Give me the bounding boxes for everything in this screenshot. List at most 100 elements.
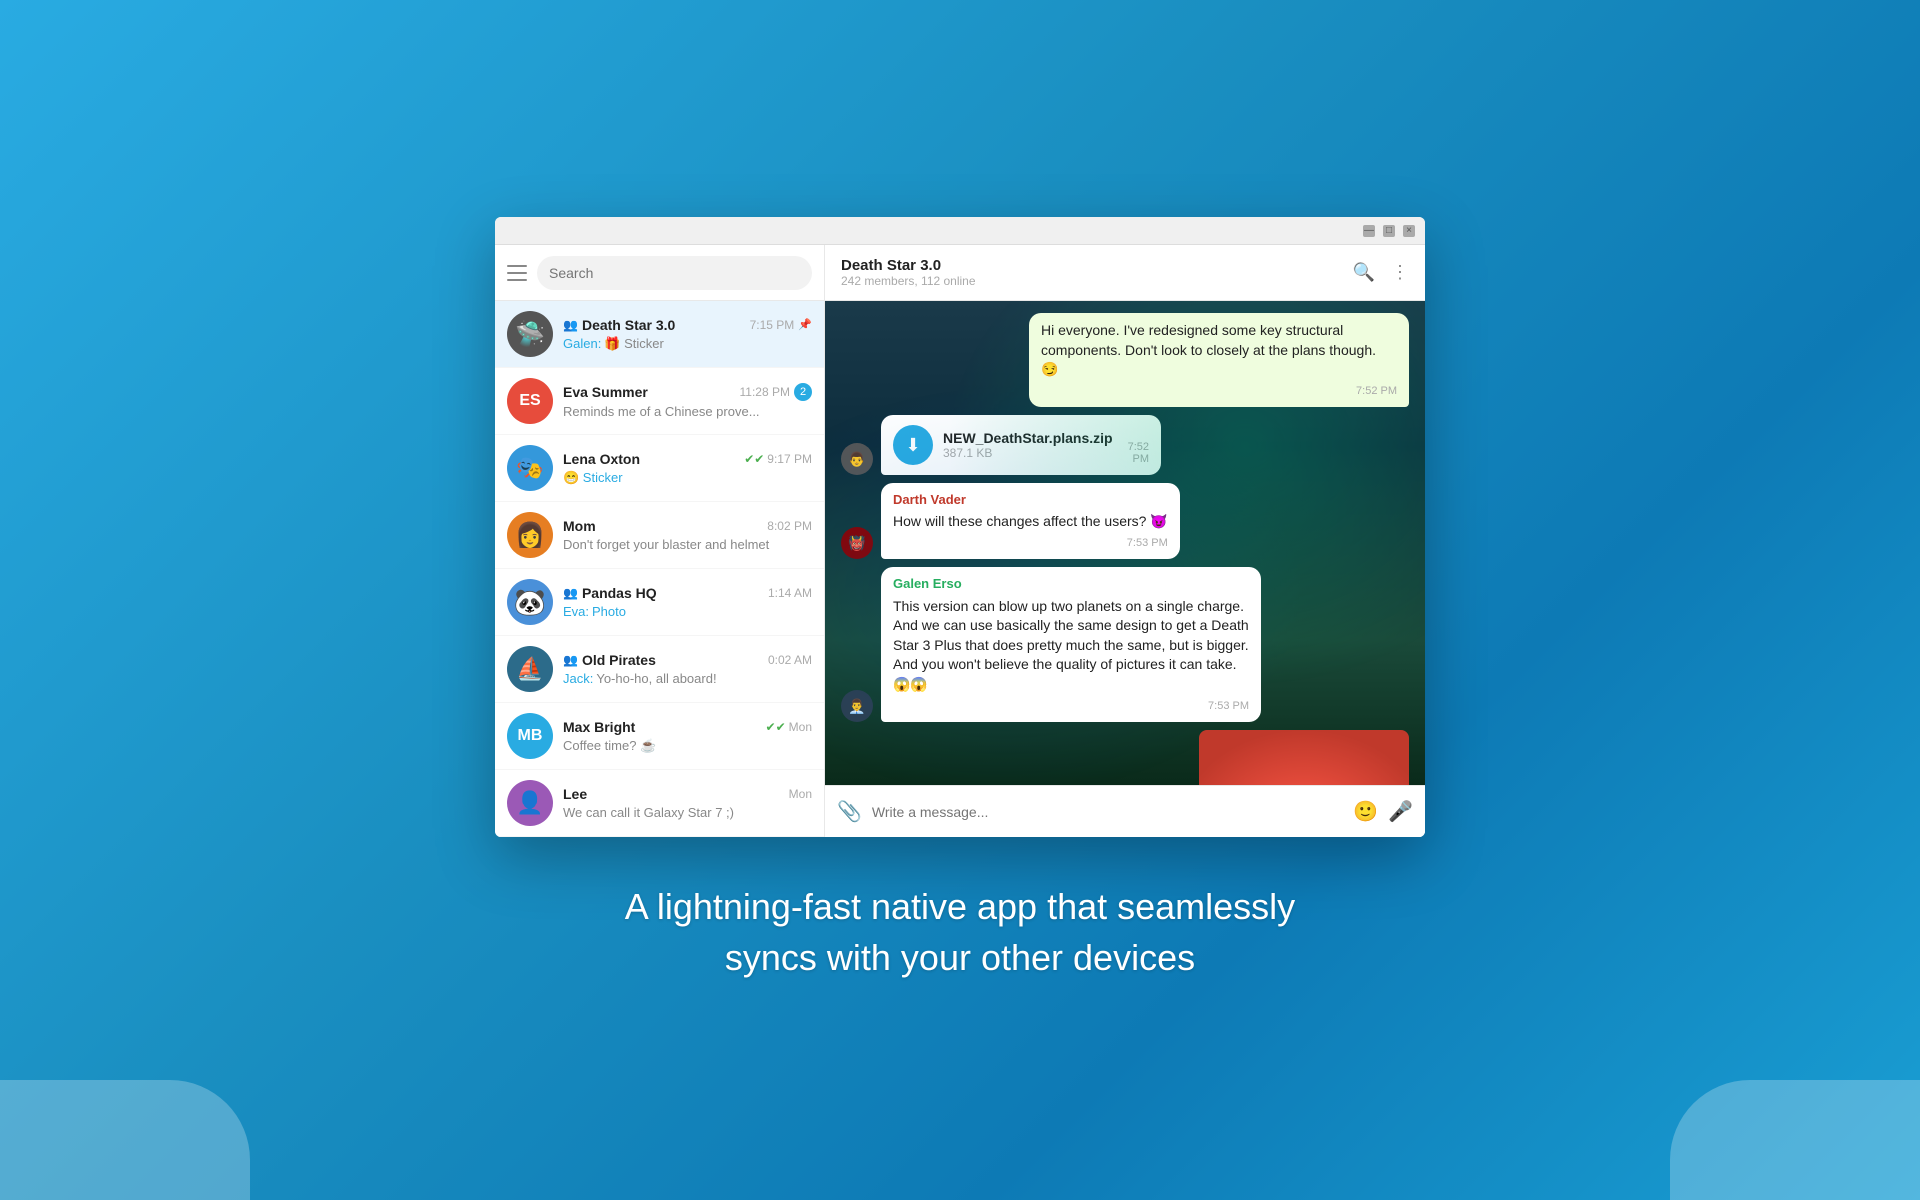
close-button[interactable]: × <box>1403 225 1415 237</box>
chat-members: 242 members, 112 online <box>841 274 976 288</box>
chat-name-row: 👥 Death Star 3.0 7:15 PM 📌 <box>563 317 812 333</box>
minimize-button[interactable]: — <box>1363 225 1375 237</box>
chat-time-eva: 11:28 PM <box>740 385 790 399</box>
message-time-1: 7:52 PM <box>1041 384 1397 399</box>
check-mark-max: ✔✔ <box>766 720 786 734</box>
chat-header: Death Star 3.0 242 members, 112 online 🔍… <box>825 245 1425 301</box>
chat-time-lena: 9:17 PM <box>767 452 812 466</box>
chat-preview-lena: 😁 Sticker <box>563 470 812 486</box>
menu-button[interactable] <box>507 265 527 281</box>
chat-info-death-star: 👥 Death Star 3.0 7:15 PM 📌 Galen: 🎁 Stic… <box>563 317 812 352</box>
message-bubble-darth: Darth Vader How will these changes affec… <box>881 483 1180 559</box>
message-text-galen: This version can blow up two planets on … <box>893 597 1249 695</box>
file-time: 7:52 PM <box>1123 441 1149 465</box>
chat-preview-lee: We can call it Galaxy Star 7 ;) <box>563 805 812 820</box>
message-bubble-1: Hi everyone. I've redesigned some key st… <box>1029 313 1409 407</box>
chat-header-info: Death Star 3.0 242 members, 112 online <box>841 257 976 288</box>
sender-name-darth: Darth Vader <box>893 491 1168 509</box>
attach-button[interactable]: 📎 <box>837 799 862 824</box>
tagline-line1: A lightning-fast native app that seamles… <box>625 882 1295 932</box>
chat-name-mom: Mom <box>563 518 596 534</box>
chat-preview: Galen: 🎁 Sticker <box>563 336 812 352</box>
pin-icon: 📌 <box>798 318 812 331</box>
message-input[interactable] <box>872 804 1343 820</box>
message-time-darth: 7:53 PM <box>893 536 1168 551</box>
chat-item-lena[interactable]: 🎭 Lena Oxton ✔✔ 9:17 PM 😁 Sticker <box>495 435 824 502</box>
chat-item-mom[interactable]: 👩 Mom 8:02 PM Don't forget your blaster … <box>495 502 824 569</box>
message-text-1: Hi everyone. I've redesigned some key st… <box>1041 321 1397 380</box>
chat-item-pandas[interactable]: 🐼 👥 Pandas HQ 1:14 AM Eva: Photo <box>495 569 824 636</box>
chat-name: 👥 Death Star 3.0 <box>563 317 675 333</box>
search-input[interactable] <box>549 265 800 281</box>
avatar-eva-summer: ES <box>507 378 553 424</box>
chat-item-lee[interactable]: 👤 Lee Mon We can call it Galaxy Star 7 ;… <box>495 770 824 837</box>
message-wrapper-galen: 👨‍💼 Galen Erso This version can blow up … <box>841 567 1409 722</box>
chat-item-death-star[interactable]: 🛸 👥 Death Star 3.0 7:15 PM 📌 <box>495 301 824 368</box>
sticker-container: 👨‍💼 <box>841 730 1409 785</box>
avatar-lee: 👤 <box>507 780 553 826</box>
file-size: 387.1 KB <box>943 446 1113 460</box>
message-wrapper-darth: 👹 Darth Vader How will these changes aff… <box>841 483 1409 559</box>
search-button[interactable]: 🔍 <box>1353 262 1375 283</box>
more-button[interactable]: ⋮ <box>1391 262 1409 283</box>
chat-name-max-bright: Max Bright <box>563 719 635 735</box>
chat-name-lee: Lee <box>563 786 587 802</box>
sidebar-header <box>495 245 824 301</box>
chat-info-mom: Mom 8:02 PM Don't forget your blaster an… <box>563 518 812 552</box>
chat-info-lee: Lee Mon We can call it Galaxy Star 7 ;) <box>563 786 812 820</box>
chat-time-old-pirates: 0:02 AM <box>768 653 812 667</box>
chat-info-old-pirates: 👥 Old Pirates 0:02 AM Jack: Yo-ho-ho, al… <box>563 652 812 686</box>
file-attachment: ⬇ NEW_DeathStar.plans.zip 387.1 KB 7:52 … <box>881 415 1161 475</box>
avatar-darth: 👹 <box>841 527 873 559</box>
chat-name-pandas: 👥 Pandas HQ <box>563 585 657 601</box>
chat-item-old-pirates[interactable]: ⛵ 👥 Old Pirates 0:02 AM Jack: Yo-ho-ho, … <box>495 636 824 703</box>
file-name: NEW_DeathStar.plans.zip <box>943 430 1113 446</box>
chat-info-max-bright: Max Bright ✔✔ Mon Coffee time? ☕ <box>563 719 812 754</box>
chat-preview-old-pirates: Jack: Yo-ho-ho, all aboard! <box>563 671 812 686</box>
chat-time: 7:15 PM <box>750 318 795 332</box>
emoji-button[interactable]: 🙂 <box>1353 799 1378 824</box>
group-icon: 👥 <box>563 318 578 332</box>
avatar-lena: 🎭 <box>507 445 553 491</box>
sender-name-galen: Galen Erso <box>893 575 1249 593</box>
app-content: 🛸 👥 Death Star 3.0 7:15 PM 📌 <box>495 245 1425 837</box>
chat-info-lena: Lena Oxton ✔✔ 9:17 PM 😁 Sticker <box>563 451 812 486</box>
title-bar: — □ × <box>495 217 1425 245</box>
chat-title: Death Star 3.0 <box>841 257 976 274</box>
chat-item-max-bright[interactable]: MB Max Bright ✔✔ Mon Coffee time? ☕ <box>495 703 824 770</box>
chat-name-old-pirates: 👥 Old Pirates <box>563 652 656 668</box>
cloud-decoration-left <box>0 1080 250 1200</box>
chat-info-pandas: 👥 Pandas HQ 1:14 AM Eva: Photo <box>563 585 812 619</box>
avatar-pandas: 🐼 <box>507 579 553 625</box>
chat-preview-max: Coffee time? ☕ <box>563 738 812 754</box>
message-bubble-galen: Galen Erso This version can blow up two … <box>881 567 1261 722</box>
chat-preview-pandas: Eva: Photo <box>563 604 812 619</box>
check-mark-lena: ✔✔ <box>744 452 764 466</box>
maximize-button[interactable]: □ <box>1383 225 1395 237</box>
message-time-galen: 7:53 PM <box>893 699 1249 714</box>
file-info: NEW_DeathStar.plans.zip 387.1 KB <box>943 430 1113 460</box>
app-window: — □ × 🛸 <box>495 217 1425 837</box>
chat-panel: Death Star 3.0 242 members, 112 online 🔍… <box>825 245 1425 837</box>
avatar-max-bright: MB <box>507 713 553 759</box>
sidebar: 🛸 👥 Death Star 3.0 7:15 PM 📌 <box>495 245 825 837</box>
chat-list: 🛸 👥 Death Star 3.0 7:15 PM 📌 <box>495 301 824 837</box>
chat-time-mom: 8:02 PM <box>767 519 812 533</box>
chat-preview-mom: Don't forget your blaster and helmet <box>563 537 812 552</box>
chat-preview-eva: Reminds me of a Chinese prove... <box>563 404 812 419</box>
message-text-darth: How will these changes affect the users?… <box>893 512 1168 532</box>
cloud-decoration-right <box>1670 1080 1920 1200</box>
search-box[interactable] <box>537 256 812 290</box>
mic-button[interactable]: 🎤 <box>1388 799 1413 824</box>
chat-time-pandas: 1:14 AM <box>768 586 812 600</box>
sticker-image: 👨‍💼 <box>1199 730 1409 785</box>
badge-eva: 2 <box>794 383 812 401</box>
file-download-icon: ⬇ <box>893 425 933 465</box>
chat-header-actions: 🔍 ⋮ <box>1353 262 1409 283</box>
tagline-line2: syncs with your other devices <box>625 933 1295 983</box>
avatar-sender-file: 👨 <box>841 443 873 475</box>
tagline: A lightning-fast native app that seamles… <box>625 882 1295 983</box>
message-wrapper-file: 👨 ⬇ NEW_DeathStar.plans.zip 387.1 KB 7:5… <box>841 415 1409 475</box>
chat-item-eva-summer[interactable]: ES Eva Summer 11:28 PM 2 Reminds me of a… <box>495 368 824 435</box>
chat-name-eva: Eva Summer <box>563 384 648 400</box>
